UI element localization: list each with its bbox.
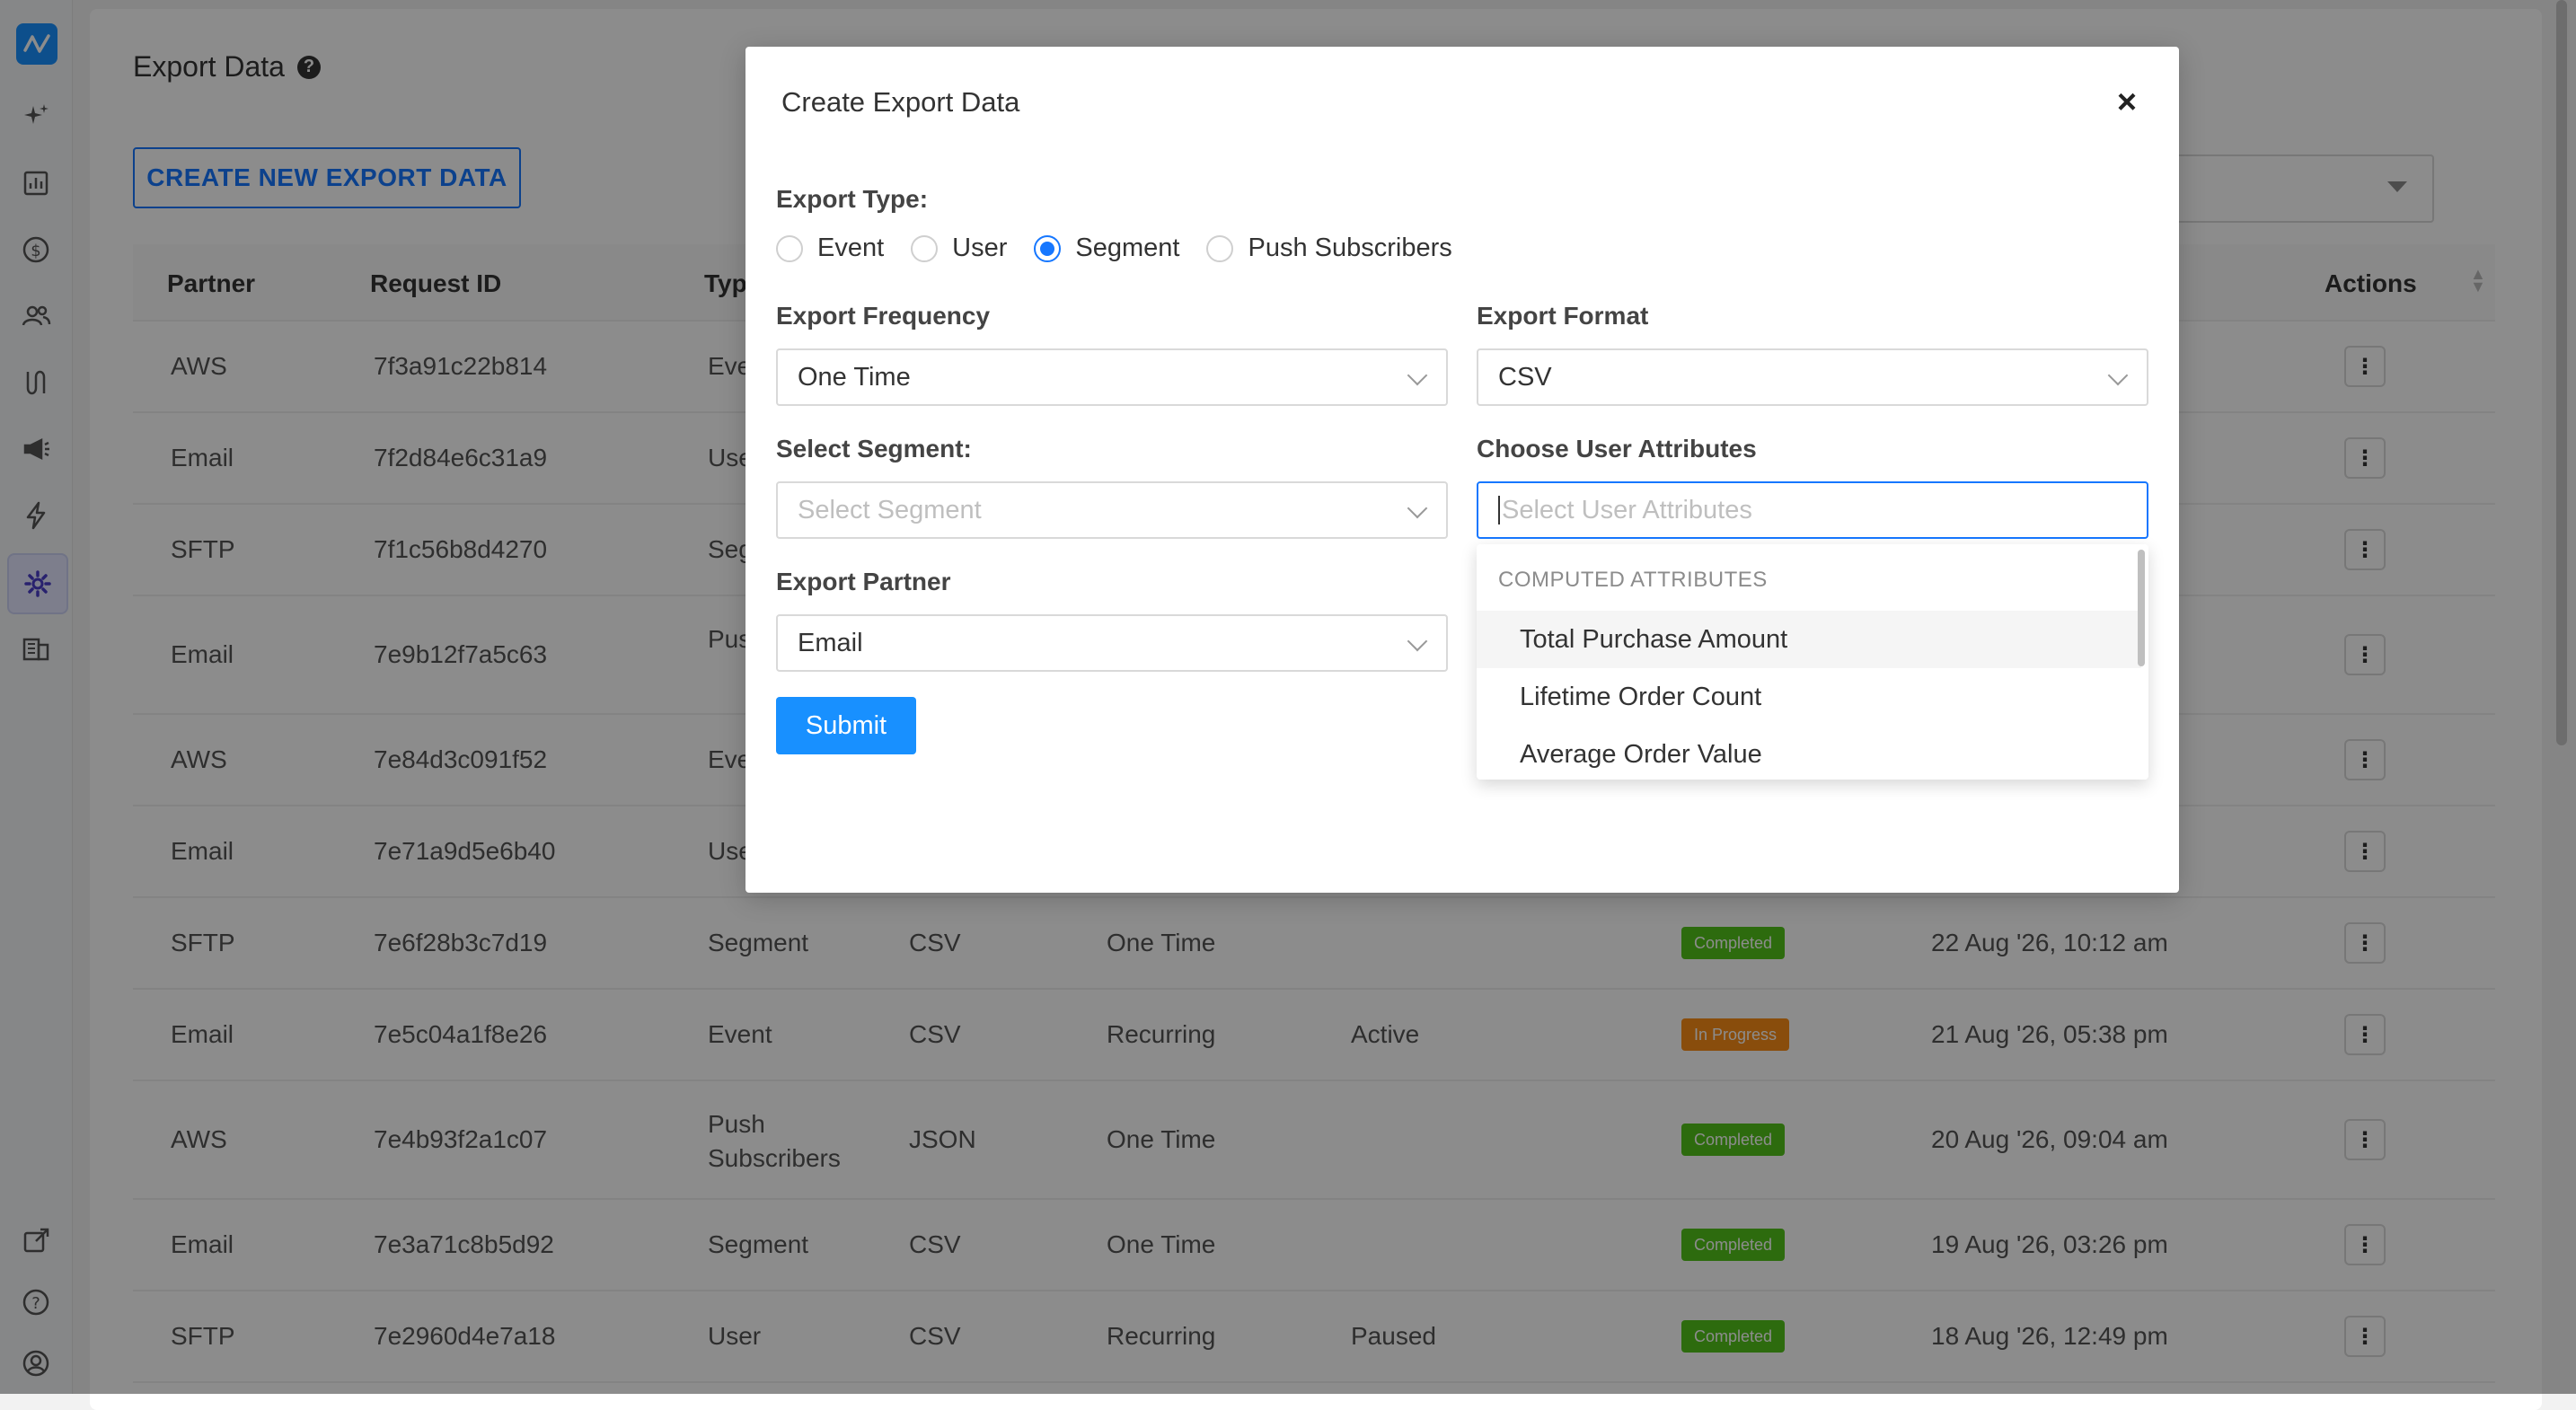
dropdown-option[interactable]: Total Purchase Amount xyxy=(1477,611,2141,668)
dropdown-scrollbar[interactable] xyxy=(2138,550,2145,666)
format-label: Export Format xyxy=(1477,302,1649,330)
format-select[interactable]: CSV xyxy=(1477,348,2148,406)
radio-user[interactable]: User xyxy=(911,234,1007,263)
partner-select[interactable]: Email xyxy=(776,614,1448,672)
attributes-label: Choose User Attributes xyxy=(1477,435,1757,463)
text-cursor xyxy=(1498,496,1500,524)
frequency-select[interactable]: One Time xyxy=(776,348,1448,406)
chevron-down-icon xyxy=(1407,630,1428,652)
dropdown-option[interactable]: Lifetime Order Count xyxy=(1477,668,2141,726)
partner-label: Export Partner xyxy=(776,568,951,595)
modal-title: Create Export Data xyxy=(781,86,1020,118)
export-type-label: Export Type: xyxy=(776,185,929,213)
export-type-radio-group: Event User Segment Push Subscribers xyxy=(776,234,1479,263)
segment-select[interactable]: Select Segment xyxy=(776,481,1448,539)
frequency-label: Export Frequency xyxy=(776,302,991,330)
chevron-down-icon xyxy=(1407,365,1428,386)
close-icon[interactable]: × xyxy=(2111,84,2143,121)
chevron-down-icon xyxy=(2107,365,2129,386)
attributes-input[interactable]: Select User Attributes xyxy=(1477,481,2148,539)
dropdown-group-label: COMPUTED ATTRIBUTES xyxy=(1498,568,1768,592)
segment-label: Select Segment: xyxy=(776,435,972,463)
attributes-dropdown: COMPUTED ATTRIBUTES Total Purchase Amoun… xyxy=(1477,544,2148,780)
dropdown-option[interactable]: Average Order Value xyxy=(1477,726,2141,780)
chevron-down-icon xyxy=(1407,498,1428,519)
submit-button[interactable]: Submit xyxy=(776,697,916,754)
radio-segment[interactable]: Segment xyxy=(1034,234,1179,263)
radio-push-subscribers[interactable]: Push Subscribers xyxy=(1206,234,1452,263)
radio-event[interactable]: Event xyxy=(776,234,884,263)
